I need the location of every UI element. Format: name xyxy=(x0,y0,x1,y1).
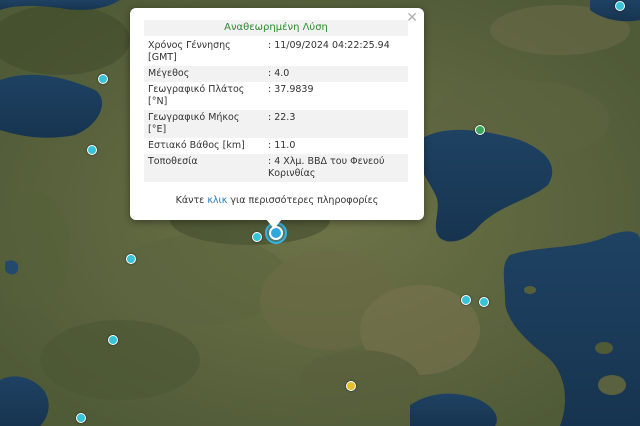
close-icon[interactable]: ✕ xyxy=(406,10,418,26)
detail-label: Γεωγραφικό Πλάτος [°N] xyxy=(148,84,245,107)
quake-marker[interactable] xyxy=(475,125,485,135)
detail-row: Εστιακό Βάθος [km] : 11.0 xyxy=(144,138,408,154)
more-info-suffix: για περισσότερες πληροφορίες xyxy=(230,195,379,206)
quake-marker[interactable] xyxy=(87,145,97,155)
quake-marker[interactable] xyxy=(76,413,86,423)
quake-marker[interactable] xyxy=(346,381,356,391)
detail-label: Χρόνος Γέννησης [GMT] xyxy=(148,40,231,63)
detail-value: : 11/09/2024 04:22:25.94 xyxy=(268,40,390,51)
more-info-line: Κάντε κλικ για περισσότερες πληροφορίες xyxy=(130,195,424,206)
quake-marker[interactable] xyxy=(108,335,118,345)
popup-title: Αναθεωρημένη Λύση xyxy=(144,20,408,36)
island xyxy=(595,342,613,354)
quake-marker[interactable] xyxy=(98,74,108,84)
island xyxy=(598,375,626,395)
detail-row: Τοποθεσία: 4 Χλμ. ΒΒΔ του Φενεού Κορινθί… xyxy=(144,154,408,182)
detail-value: : 37.9839 xyxy=(268,84,314,95)
earthquake-details-table: Χρόνος Γέννησης [GMT] : 11/09/2024 04:22:… xyxy=(144,38,408,182)
detail-label: Τοποθεσία xyxy=(144,154,260,182)
detail-value: : 11.0 xyxy=(268,140,296,151)
detail-label: Γεωγραφικό Μήκος [°E] xyxy=(144,110,260,138)
island xyxy=(524,286,536,294)
quake-marker[interactable] xyxy=(615,1,625,11)
detail-row: Χρόνος Γέννησης [GMT] : 11/09/2024 04:22:… xyxy=(144,38,408,66)
detail-row: Γεωγραφικό Μήκος [°E]: 22.3 xyxy=(144,110,408,138)
more-info-link[interactable]: κλικ xyxy=(207,195,227,206)
detail-value: : 4 Χλμ. ΒΒΔ του Φενεού Κορινθίας xyxy=(260,154,408,182)
quake-marker[interactable] xyxy=(252,232,262,242)
popup-pointer xyxy=(266,219,282,229)
detail-value: : 4.0 xyxy=(260,66,408,82)
detail-label: Εστιακό Βάθος [km] xyxy=(148,140,245,151)
quake-marker[interactable] xyxy=(479,297,489,307)
quake-marker[interactable] xyxy=(126,254,136,264)
detail-row: Μέγεθος: 4.0 xyxy=(144,66,408,82)
more-info-prefix: Κάντε xyxy=(175,195,205,206)
quake-marker[interactable] xyxy=(461,295,471,305)
earthquake-info-popup: ✕ Αναθεωρημένη Λύση Χρόνος Γέννησης [GMT… xyxy=(130,8,424,220)
detail-value: : 22.3 xyxy=(260,110,408,138)
detail-label: Μέγεθος xyxy=(144,66,260,82)
detail-row: Γεωγραφικό Πλάτος [°N] : 37.9839 xyxy=(144,82,408,110)
